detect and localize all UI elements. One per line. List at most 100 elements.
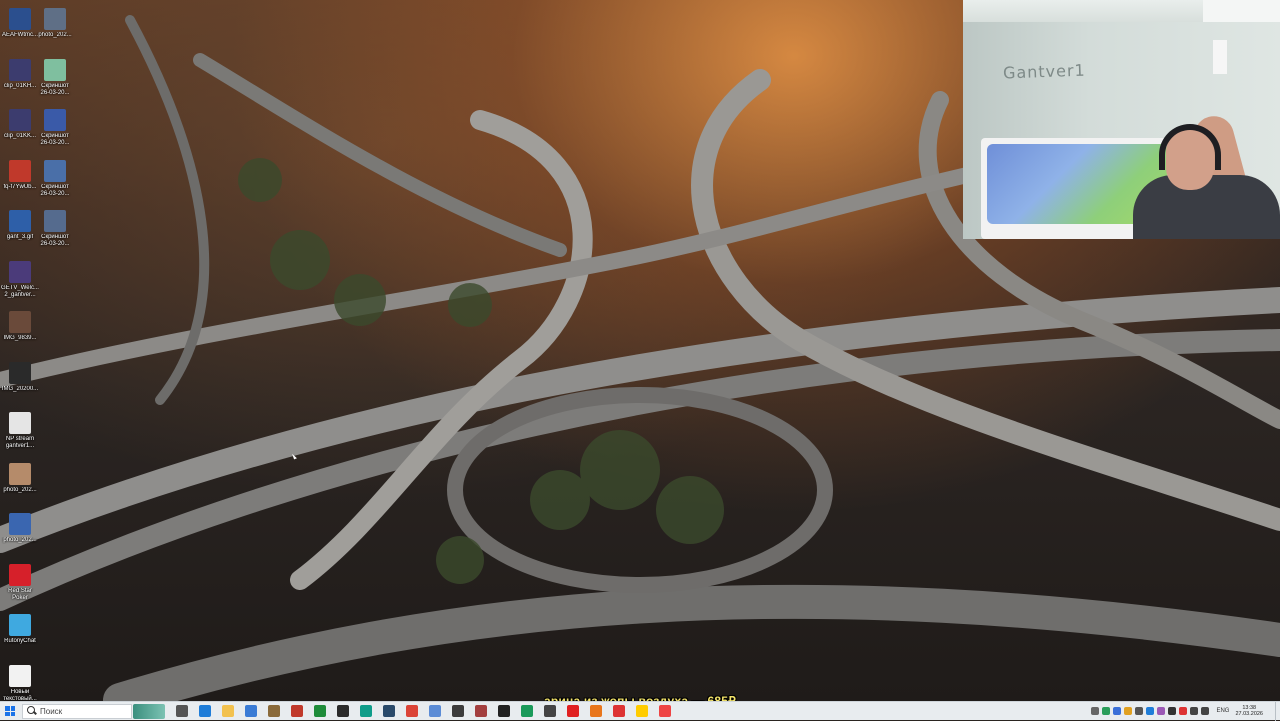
desktop-icon-label: NP stream gantver1... [5, 436, 35, 449]
network-icon[interactable] [1190, 707, 1199, 715]
firefox-icon[interactable] [590, 705, 602, 717]
language-indicator[interactable]: ENG [1216, 708, 1229, 714]
tray-app-icon[interactable] [1168, 707, 1177, 715]
air-conditioner [1203, 0, 1280, 22]
image-file-icon [9, 159, 31, 182]
store-icon[interactable] [245, 705, 257, 717]
app-icon[interactable] [613, 705, 625, 717]
app-64-icon[interactable] [291, 705, 303, 717]
chrome-icon[interactable] [406, 705, 418, 717]
desktop-icon[interactable]: clip_01KK... [0, 109, 40, 140]
tray-app-icon[interactable] [1102, 707, 1111, 715]
desktop-icon-label: Red Star Poker [8, 587, 32, 601]
show-desktop-button[interactable] [1275, 701, 1280, 721]
gif-file-icon [9, 210, 31, 232]
desktop-icon[interactable]: photo_202... [35, 8, 75, 39]
wall-device [1213, 40, 1227, 74]
desktop-icon-label: RutonyChat [4, 638, 36, 644]
volume-icon[interactable] [1201, 707, 1210, 715]
desktop-icon[interactable]: photo_202... [0, 462, 40, 494]
text-file-icon [9, 664, 31, 687]
taskbar-search-box[interactable]: Поиск [22, 703, 132, 719]
tray-app-icon[interactable] [1135, 707, 1144, 715]
desktop-icon-label: IMG_9839... [3, 335, 37, 341]
edge-browser-icon[interactable] [199, 705, 211, 717]
tray-app-icon[interactable] [1157, 707, 1166, 715]
desktop-icon-label: AEAFWtmc... [2, 32, 38, 38]
desktop-icon[interactable]: AEAFWtmc... [0, 8, 40, 39]
windows-logo-icon [5, 706, 15, 716]
desktop-icon[interactable]: IMG_20200... [0, 361, 40, 393]
screenshot-file-icon [44, 58, 66, 81]
obs-icon[interactable] [337, 705, 349, 717]
terminal-icon[interactable] [314, 705, 326, 717]
app-icon[interactable] [544, 705, 556, 717]
app-icon [9, 8, 31, 30]
desktop-icon-label: clip_01KK... [3, 133, 37, 139]
desktop-icon[interactable]: Red Star Poker [0, 563, 40, 602]
desktop-icon[interactable]: IMG_9839... [0, 311, 40, 342]
desktop-icon-label: Скриншот 26-03-20... [40, 234, 70, 247]
notepad-icon[interactable] [452, 705, 464, 717]
app-icon[interactable] [498, 705, 510, 717]
desktop-icon[interactable]: Скриншот 26-03-20... [35, 210, 75, 248]
image-file-icon [9, 311, 31, 333]
tray-app-icon[interactable] [1146, 707, 1155, 715]
desktop-icon[interactable]: GETV_Welc... 2_gantver... [0, 260, 40, 299]
desktop-icon[interactable]: gant_3.gif [0, 210, 40, 241]
search-highlight-image[interactable] [133, 703, 165, 719]
tray-app-icon[interactable] [1124, 707, 1133, 715]
taskbar-pinned-apps [165, 705, 671, 717]
pin-icon[interactable] [521, 705, 533, 717]
wall-sign: Gantver1 [1002, 60, 1086, 83]
red-star-poker-icon [9, 563, 31, 586]
desktop-icon-label: Скриншот 26-03-20... [40, 133, 70, 146]
desktop-icon[interactable]: Скриншот 26-03-20... [35, 109, 75, 147]
screenshot-file-icon [44, 210, 66, 232]
screenshot-file-icon [44, 109, 66, 131]
desktop-icon[interactable]: NP stream gantver1... [0, 412, 40, 450]
start-button[interactable] [0, 702, 20, 721]
taskbar: Поиск ENG 13:38 27.03.2026 [0, 701, 1280, 721]
file-explorer-icon[interactable] [222, 705, 234, 717]
steam-icon[interactable] [383, 705, 395, 717]
desktop-icon-label: IMG_20200... [1, 385, 39, 392]
pen-app-icon[interactable] [268, 705, 280, 717]
tray-icons [1091, 707, 1212, 715]
video-file-icon [9, 109, 31, 131]
chat-app-icon [9, 614, 31, 636]
app-icon[interactable] [659, 705, 671, 717]
yandex-browser-icon[interactable] [636, 705, 648, 717]
desktop-icon[interactable]: RutonyChat [0, 614, 40, 645]
tray-app-icon[interactable] [1179, 707, 1188, 715]
image-file-icon [9, 462, 31, 485]
task-view-icon[interactable] [176, 705, 188, 717]
desktop-icon[interactable]: Скриншот 26-03-20... [35, 159, 75, 198]
tray-app-icon[interactable] [1113, 707, 1122, 715]
chevron-up-icon[interactable] [1091, 707, 1100, 715]
webcam-overlay: Gantver1 [963, 0, 1280, 239]
yandex-icon[interactable] [567, 705, 579, 717]
video-file-icon [9, 260, 31, 283]
desktop-icon[interactable]: photo_202... [0, 513, 40, 544]
desktop-icon-label: GETV_Welc... 2_gantver... [1, 284, 39, 298]
clock-date: 27.03.2026 [1235, 711, 1263, 717]
desktop-icon-label: Скриншот 26-03-20... [40, 183, 70, 197]
edge-icon[interactable] [360, 705, 372, 717]
video-file-icon [9, 58, 31, 81]
taskbar-clock[interactable]: 13:38 27.03.2026 [1235, 705, 1263, 717]
desktop-icon-label: photo_202... [38, 32, 72, 38]
desktop-icon[interactable]: Скриншот 26-03-20... [35, 58, 75, 97]
app-icon[interactable] [475, 705, 487, 717]
screenshot-file-icon [44, 159, 66, 182]
desktop-icon-label: fq-f7YwUb... [3, 183, 37, 190]
system-tray: ENG 13:38 27.03.2026 [1091, 701, 1280, 721]
desktop-icon-label: gant_3.gif [6, 234, 34, 240]
desktop-icon[interactable]: fq-f7YwUb... [0, 159, 40, 191]
desktop-icon-label: Скриншот 26-03-20... [40, 82, 70, 96]
desktop-icon[interactable]: clip_01KH... [0, 58, 40, 90]
image-file-icon [9, 361, 31, 384]
image-file-icon [44, 8, 66, 30]
streamer-body [1133, 175, 1280, 239]
document-icon[interactable] [429, 705, 441, 717]
